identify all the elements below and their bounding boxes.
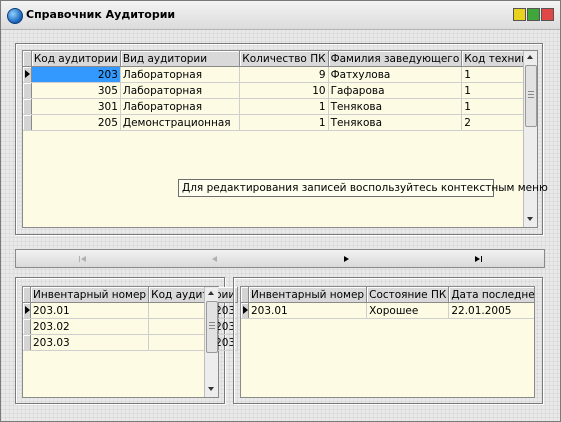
scroll-down-arrow-icon[interactable] bbox=[208, 387, 214, 391]
row-pointer-icon bbox=[243, 305, 248, 314]
hint-tooltip: Для редактирования записей воспользуйтес… bbox=[178, 179, 548, 197]
row-indicator-header bbox=[23, 287, 31, 303]
inventory-vertical-scrollbar[interactable] bbox=[204, 287, 218, 397]
nav-first-button[interactable] bbox=[16, 250, 148, 267]
cell-room-type[interactable]: Лабораторная bbox=[120, 66, 241, 83]
column-header-last-inspection-date[interactable]: Дата последнего осмотра bbox=[448, 287, 534, 303]
window-title: Справочник Аудитории bbox=[26, 8, 176, 21]
current-row-indicator bbox=[23, 302, 31, 319]
close-button[interactable] bbox=[541, 8, 554, 21]
cell-pc-count[interactable]: 1 bbox=[239, 98, 329, 115]
auditoriums-vertical-scrollbar[interactable] bbox=[523, 51, 537, 227]
scroll-up-arrow-icon[interactable] bbox=[208, 291, 214, 295]
column-header-room-type[interactable]: Вид аудитории bbox=[120, 51, 241, 67]
row-pointer-icon bbox=[25, 69, 30, 78]
cell-last-inspection-date[interactable]: 22.01.2005 bbox=[448, 302, 534, 319]
scroll-thumb[interactable] bbox=[206, 301, 218, 353]
cell-pc-count[interactable]: 1 bbox=[239, 114, 329, 131]
cell-pc-count[interactable]: 9 bbox=[239, 66, 329, 83]
nav-last-button[interactable] bbox=[412, 250, 544, 267]
last-arrow-icon bbox=[474, 255, 480, 262]
cell-pc-count[interactable]: 10 bbox=[239, 82, 329, 99]
cell-inventory-number[interactable]: 203.03 bbox=[30, 334, 150, 351]
next-arrow-icon bbox=[343, 255, 349, 262]
cell-room-code[interactable]: 205 bbox=[31, 114, 121, 131]
inventory-panel: Инвентарный номер Код аудитории 203.01 2… bbox=[15, 277, 239, 404]
cell-inventory-number[interactable]: 203.01 bbox=[248, 302, 368, 319]
nav-prior-button[interactable] bbox=[148, 250, 280, 267]
inventory-grid[interactable]: Инвентарный номер Код аудитории 203.01 2… bbox=[22, 286, 239, 398]
minimize-button[interactable] bbox=[513, 8, 526, 21]
scroll-down-arrow-icon[interactable] bbox=[527, 217, 533, 221]
title-bar[interactable]: Справочник Аудитории bbox=[1, 1, 560, 30]
row-pointer-icon bbox=[25, 305, 30, 314]
scroll-grip-line bbox=[209, 325, 215, 326]
record-navigator bbox=[15, 249, 545, 268]
cell-inventory-number[interactable]: 203.02 bbox=[30, 318, 150, 335]
cell-room-type[interactable]: Демонстрационная bbox=[120, 114, 241, 131]
cell-room-code[interactable]: 305 bbox=[31, 82, 121, 99]
table-row[interactable]: 203 Лабораторная 9 Фатхулова 1 bbox=[23, 66, 537, 83]
cell-inventory-number[interactable]: 203.01 bbox=[30, 302, 150, 319]
cell-room-code[interactable]: 203 bbox=[148, 318, 239, 335]
column-header-inventory-number[interactable]: Инвентарный номер bbox=[248, 287, 368, 303]
current-row-indicator bbox=[23, 66, 32, 83]
table-row[interactable]: 305 Лабораторная 10 Гафарова 1 bbox=[23, 82, 537, 99]
scroll-up-arrow-icon[interactable] bbox=[527, 55, 533, 59]
nav-next-button[interactable] bbox=[280, 250, 412, 267]
scroll-grip-line bbox=[528, 94, 534, 95]
table-row[interactable]: 203.01 Хорошее 22.01.2005 bbox=[241, 302, 534, 319]
scroll-grip-icon bbox=[528, 91, 534, 92]
app-window: Справочник Аудитории Код аудитории Вид а… bbox=[0, 0, 561, 422]
row-indicator bbox=[23, 318, 31, 335]
inspection-header-row: Инвентарный номер Состояние ПК Дата посл… bbox=[241, 287, 534, 303]
cell-pc-condition[interactable]: Хорошее bbox=[366, 302, 450, 319]
current-row-indicator bbox=[241, 302, 249, 319]
row-indicator bbox=[23, 114, 32, 131]
scroll-grip-line bbox=[209, 328, 215, 329]
auditoriums-header-row: Код аудитории Вид аудитории Количество П… bbox=[23, 51, 537, 67]
cell-manager[interactable]: Фатхулова bbox=[328, 66, 463, 83]
table-row[interactable]: 205 Демонстрационная 1 Тенякова 2 bbox=[23, 114, 537, 131]
cell-manager[interactable]: Тенякова bbox=[328, 114, 463, 131]
cell-room-type[interactable]: Лабораторная bbox=[120, 98, 241, 115]
cell-room-type[interactable]: Лабораторная bbox=[120, 82, 241, 99]
row-indicator bbox=[23, 98, 32, 115]
auditoriums-grid[interactable]: Код аудитории Вид аудитории Количество П… bbox=[22, 50, 538, 228]
scroll-thumb[interactable] bbox=[525, 65, 537, 127]
cell-manager[interactable]: Гафарова bbox=[328, 82, 463, 99]
last-bar-icon bbox=[480, 255, 482, 262]
app-globe-icon bbox=[7, 8, 23, 24]
column-header-room-code[interactable]: Код аудитории bbox=[148, 287, 239, 303]
auditoriums-panel: Код аудитории Вид аудитории Количество П… bbox=[15, 43, 543, 235]
column-header-inventory-number[interactable]: Инвентарный номер bbox=[30, 287, 150, 303]
cell-room-code[interactable]: 203 bbox=[31, 66, 121, 83]
row-indicator-header bbox=[23, 51, 32, 67]
column-header-pc-count[interactable]: Количество ПК bbox=[239, 51, 329, 67]
first-bar-icon bbox=[78, 255, 80, 262]
scroll-grip-line bbox=[528, 97, 534, 98]
column-header-manager[interactable]: Фамилия заведующего bbox=[328, 51, 463, 67]
inspection-panel: Инвентарный номер Состояние ПК Дата посл… bbox=[233, 277, 543, 404]
column-header-pc-condition[interactable]: Состояние ПК bbox=[366, 287, 450, 303]
row-indicator bbox=[23, 334, 31, 351]
inspection-grid[interactable]: Инвентарный номер Состояние ПК Дата посл… bbox=[240, 286, 535, 398]
auditoriums-table: Код аудитории Вид аудитории Количество П… bbox=[23, 51, 537, 131]
cell-room-code[interactable]: 301 bbox=[31, 98, 121, 115]
prior-arrow-icon bbox=[211, 255, 217, 262]
column-header-room-code[interactable]: Код аудитории bbox=[31, 51, 121, 67]
cell-room-code[interactable]: 203 bbox=[148, 334, 239, 351]
scroll-grip-icon bbox=[209, 322, 215, 323]
cell-room-code[interactable]: 203 bbox=[148, 302, 239, 319]
row-indicator bbox=[23, 82, 32, 99]
maximize-button[interactable] bbox=[527, 8, 540, 21]
row-indicator-header bbox=[241, 287, 249, 303]
cell-manager[interactable]: Тенякова bbox=[328, 98, 463, 115]
first-arrow-icon bbox=[80, 255, 86, 262]
inspection-table: Инвентарный номер Состояние ПК Дата посл… bbox=[241, 287, 534, 319]
table-row[interactable]: 301 Лабораторная 1 Тенякова 1 bbox=[23, 98, 537, 115]
